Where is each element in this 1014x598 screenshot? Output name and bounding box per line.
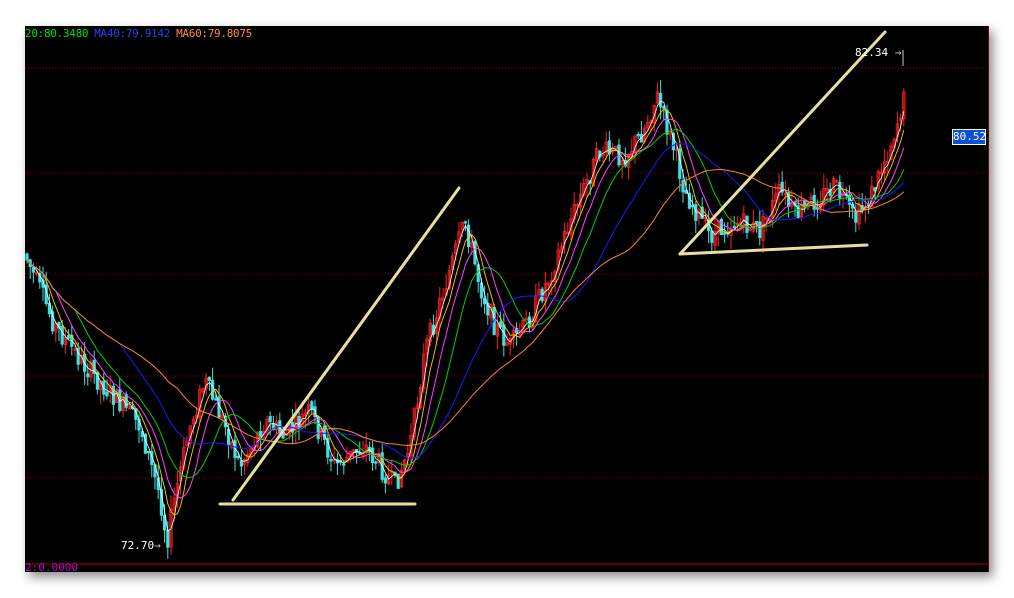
candle-body: [342, 463, 346, 466]
candle-body: [105, 391, 109, 397]
ma-green-line: [26, 128, 905, 479]
candle-body: [755, 221, 759, 224]
candle-body: [838, 181, 842, 199]
candle-body: [803, 200, 807, 206]
candle-body: [758, 221, 762, 239]
candle-body: [297, 415, 301, 428]
ma20-label: 20:80.3480: [25, 27, 89, 40]
candle-body: [60, 326, 64, 345]
candle-body: [466, 224, 471, 247]
price-chart[interactable]: [25, 26, 988, 572]
candle-body: [383, 477, 388, 484]
candle-body: [723, 232, 727, 235]
ma20-line: [26, 118, 905, 499]
candle-body: [502, 324, 506, 346]
candle-body: [374, 461, 378, 464]
candle-body: [166, 529, 170, 548]
candle-body: [732, 225, 736, 229]
candle-body: [694, 204, 698, 222]
ma60-label: MA60:79.8075: [176, 27, 252, 40]
ma10-line: [26, 108, 905, 516]
candle-body: [463, 221, 468, 224]
candle-body: [310, 401, 314, 410]
candle-body: [268, 415, 272, 423]
candle-body: [210, 379, 215, 400]
low-price-label: 72.70→: [121, 539, 161, 552]
candle-body: [482, 297, 487, 305]
candle-body: [316, 416, 320, 440]
trendline-right-base: [678, 243, 869, 256]
ma-legend: 20:80.3480 MA40:79.9142 MA60:79.8075: [25, 27, 258, 40]
candle-body: [25, 253, 29, 261]
candle-body: [207, 376, 211, 381]
candle-body: [236, 455, 240, 459]
trendline-left-rising: [231, 186, 461, 502]
candle-body: [659, 92, 663, 108]
high-price-label: 82.34 →: [855, 46, 902, 59]
candle-body: [67, 335, 71, 339]
candle-body: [86, 373, 90, 378]
candle-body: [636, 133, 640, 137]
candle-body: [239, 460, 243, 467]
indicator-label: 2:0.0000: [25, 561, 78, 572]
candle-body: [710, 230, 714, 243]
chart-panel[interactable]: 20:80.3480 MA40:79.9142 MA60:79.8075 82.34…: [25, 26, 989, 572]
candle-body: [329, 459, 333, 462]
candle-body: [396, 473, 400, 489]
candle-body: [854, 210, 858, 223]
candle-body: [719, 218, 724, 236]
candle-body: [147, 451, 151, 454]
current-price-tag: 80.52: [952, 129, 987, 145]
ma40-label: MA40:79.9142: [94, 27, 171, 40]
candle-body: [214, 398, 218, 401]
